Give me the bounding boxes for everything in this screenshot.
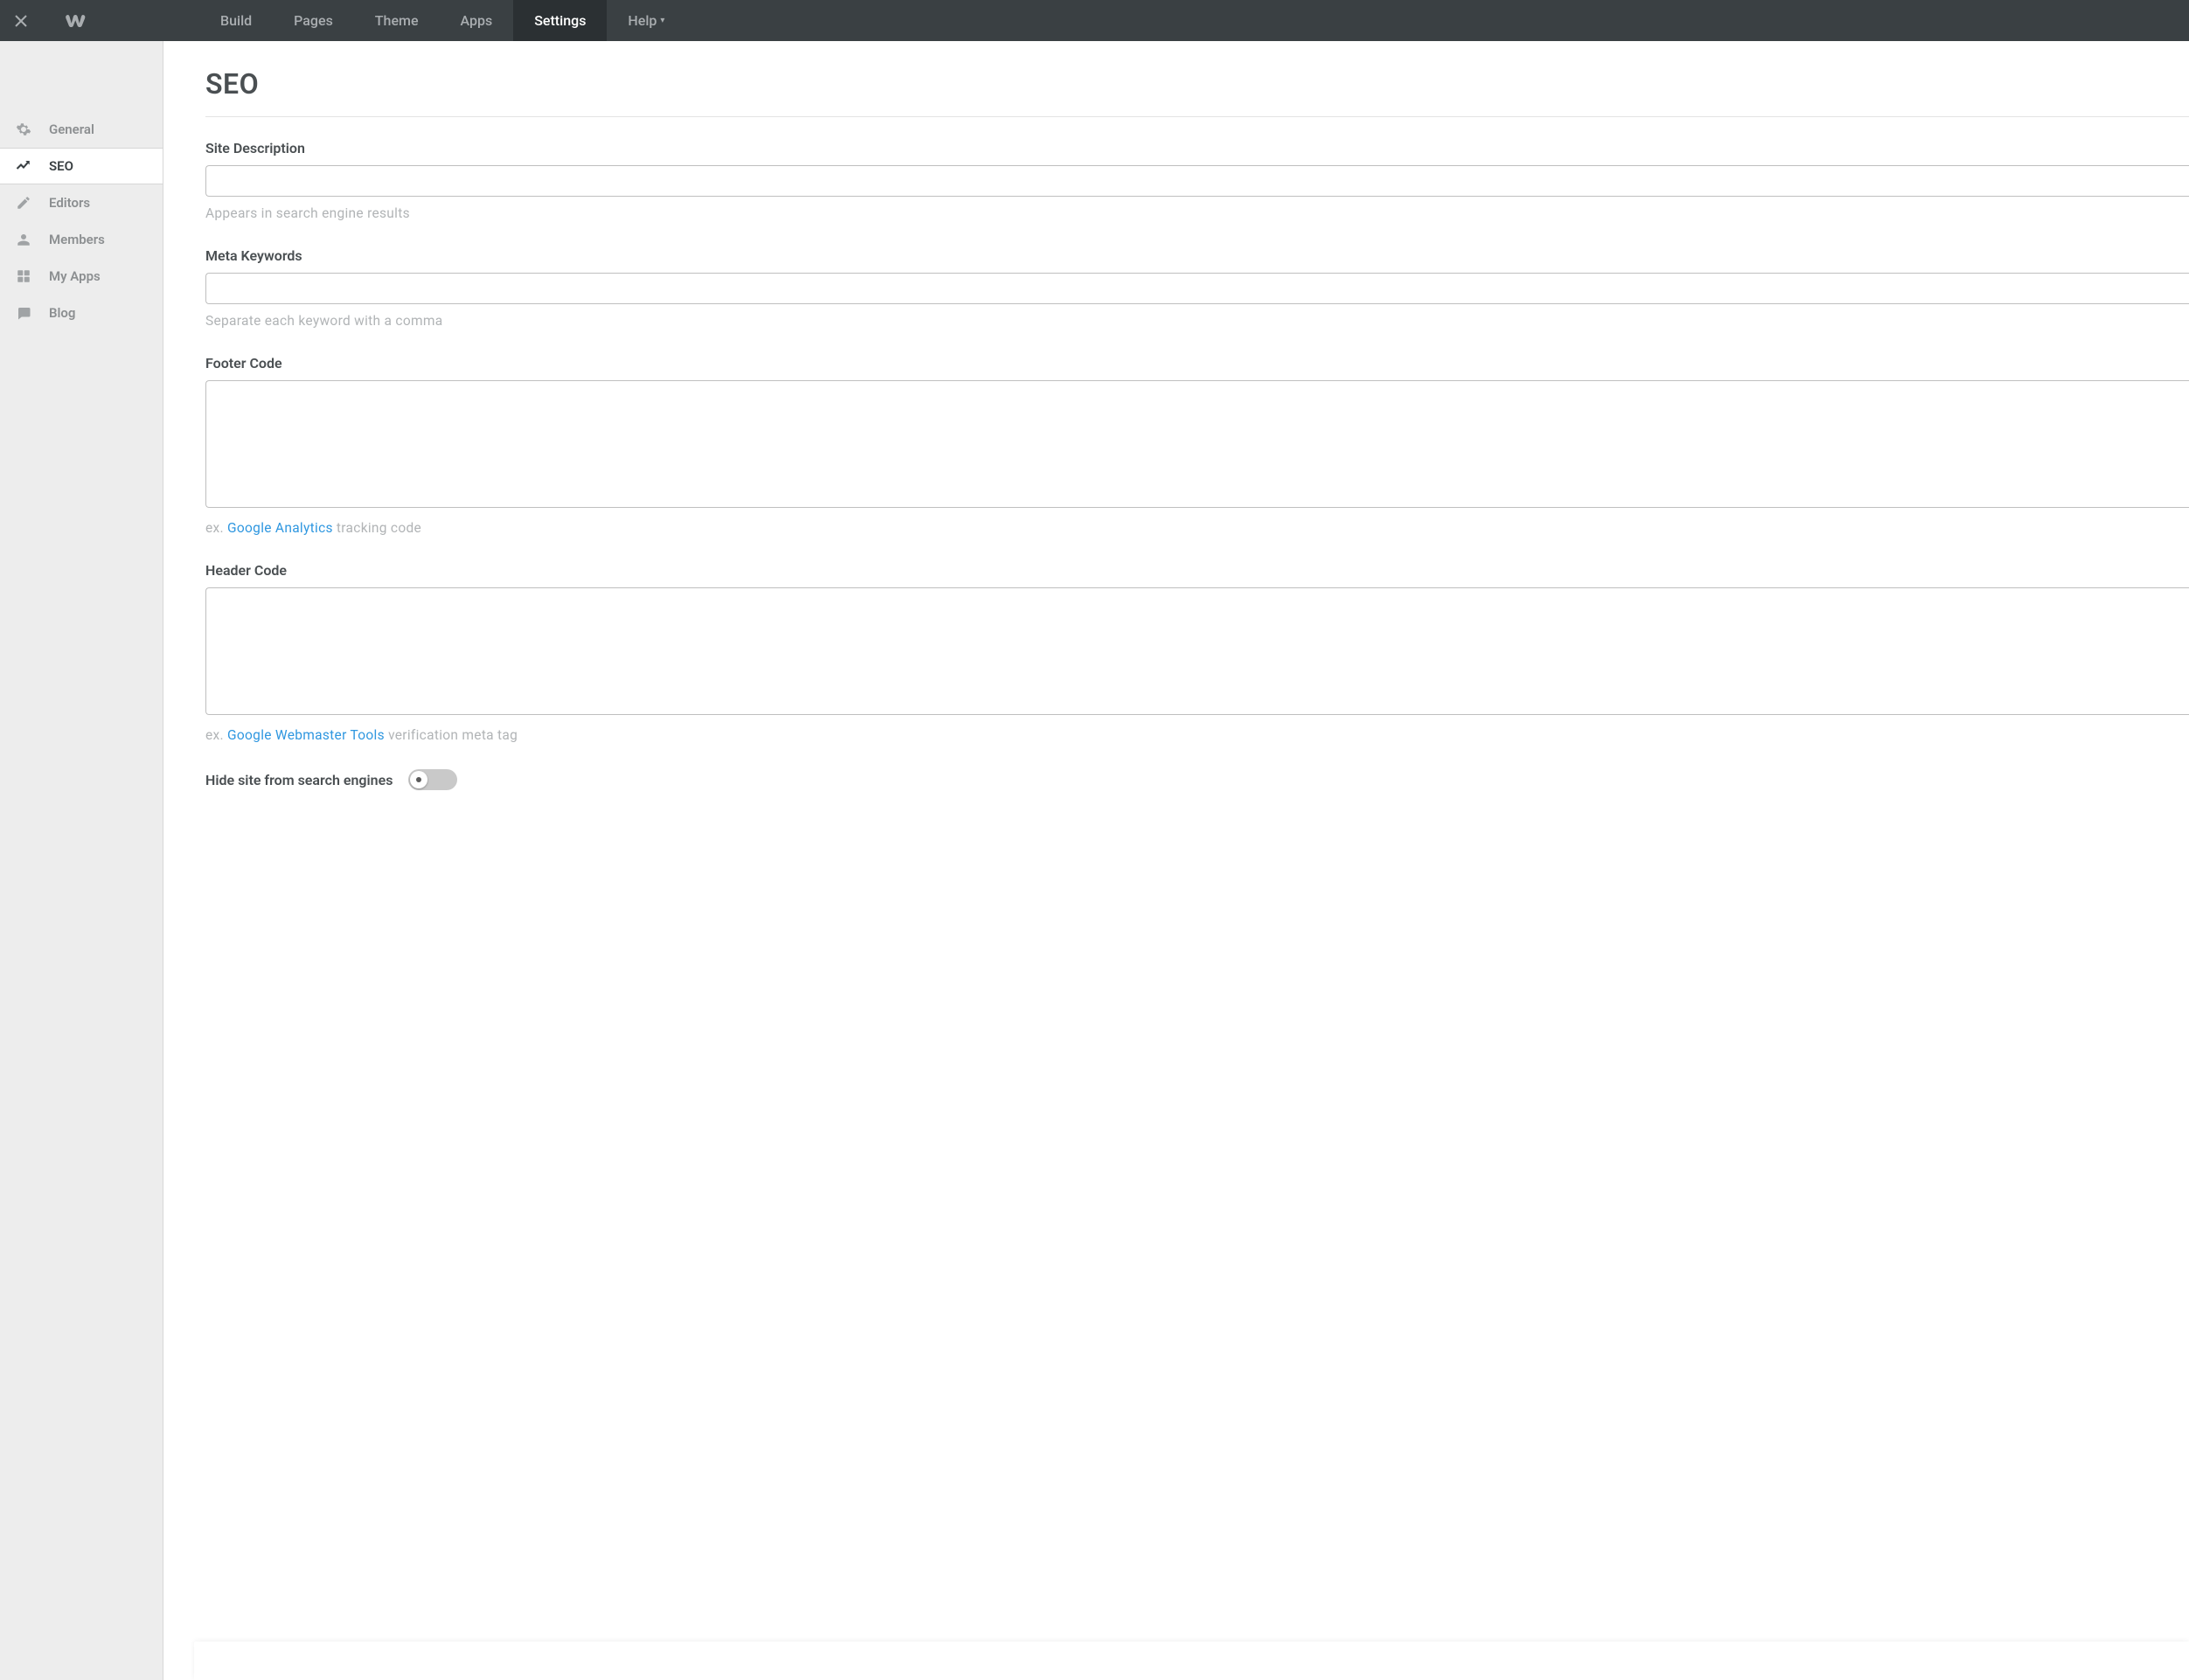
nav-theme[interactable]: Theme [354,0,440,41]
nav-label: Apps [461,12,493,29]
top-nav-items: Build Pages Theme Apps Settings Help▾ [199,0,685,41]
sidebar-item-seo[interactable]: SEO [0,148,163,184]
header-code-textarea[interactable] [205,587,2189,715]
footer-code-label: Footer Code [205,355,2189,371]
toggle-knob [410,771,427,788]
chat-icon [16,305,31,321]
google-webmaster-tools-link[interactable]: Google Webmaster Tools [227,727,385,743]
trending-up-icon [16,158,31,174]
footer-code-hint: ex. Google Analytics tracking code [205,520,2189,536]
field-header-code: Header Code ex. Google Webmaster Tools v… [205,562,2189,743]
nav-label: Build [220,12,252,29]
nav-label: Settings [534,12,586,29]
sidebar-item-blog[interactable]: Blog [0,295,163,331]
nav-build[interactable]: Build [199,0,273,41]
hint-prefix: ex. [205,727,227,743]
site-description-input[interactable] [205,165,2189,197]
meta-keywords-label: Meta Keywords [205,247,2189,264]
site-description-hint: Appears in search engine results [205,205,2189,221]
sidebar-item-members[interactable]: Members [0,221,163,258]
app-body: General SEO Editors Members My Apps [0,41,2189,1680]
meta-keywords-input[interactable] [205,273,2189,304]
nav-label: Pages [294,12,333,29]
header-code-label: Header Code [205,562,2189,579]
person-icon [16,232,31,247]
chevron-down-icon: ▾ [660,16,664,25]
bottom-panel [194,1642,2189,1680]
field-hide-site: Hide site from search engines [205,769,2189,790]
logo-icon [65,12,89,30]
nav-settings[interactable]: Settings [513,0,607,41]
apps-grid-icon [16,268,31,284]
sidebar-item-editors[interactable]: Editors [0,184,163,221]
nav-label: Help [628,12,657,29]
top-nav: Build Pages Theme Apps Settings Help▾ [0,0,2189,41]
page-title: SEO [205,67,2189,117]
hint-suffix: tracking code [333,520,421,536]
header-code-hint: ex. Google Webmaster Tools verification … [205,727,2189,743]
footer-code-textarea[interactable] [205,380,2189,508]
sidebar-item-label: Blog [49,305,75,321]
field-footer-code: Footer Code ex. Google Analytics trackin… [205,355,2189,536]
meta-keywords-hint: Separate each keyword with a comma [205,313,2189,329]
top-nav-left [0,0,112,41]
main-content: SEO Site Description Appears in search e… [163,41,2189,1680]
gear-icon [16,121,31,137]
site-description-label: Site Description [205,140,2189,156]
weebly-logo[interactable] [42,12,112,30]
field-meta-keywords: Meta Keywords Separate each keyword with… [205,247,2189,329]
hint-suffix: verification meta tag [385,727,518,743]
hint-prefix: ex. [205,520,227,536]
pencil-icon [16,195,31,211]
nav-apps[interactable]: Apps [440,0,514,41]
close-button[interactable] [0,14,42,28]
sidebar-item-my-apps[interactable]: My Apps [0,258,163,295]
field-site-description: Site Description Appears in search engin… [205,140,2189,221]
sidebar-item-label: My Apps [49,268,101,284]
close-icon [14,14,28,28]
nav-pages[interactable]: Pages [273,0,354,41]
google-analytics-link[interactable]: Google Analytics [227,520,333,536]
settings-sidebar: General SEO Editors Members My Apps [0,41,163,1680]
hide-site-toggle[interactable] [408,769,457,790]
sidebar-item-label: Members [49,232,105,247]
hide-site-label: Hide site from search engines [205,772,393,788]
nav-help[interactable]: Help▾ [607,0,685,41]
sidebar-item-label: SEO [49,158,73,174]
nav-label: Theme [375,12,419,29]
sidebar-item-label: General [49,121,94,137]
sidebar-item-general[interactable]: General [0,111,163,148]
sidebar-item-label: Editors [49,195,90,211]
